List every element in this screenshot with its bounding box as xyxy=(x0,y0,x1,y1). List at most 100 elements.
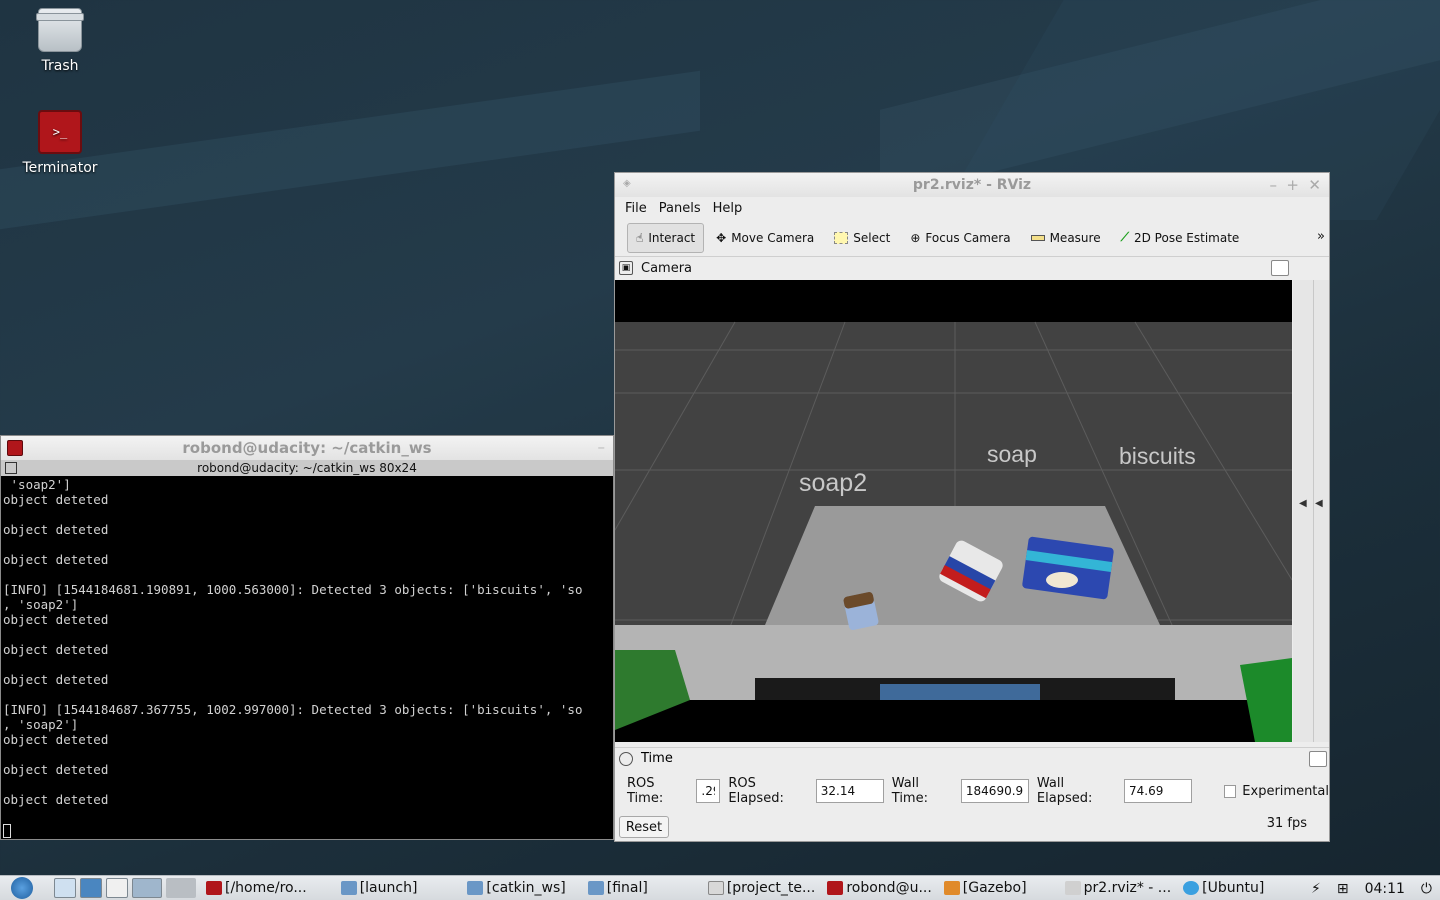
terminal-line: object deteted xyxy=(3,732,109,747)
time-fields: ROS Time: ROS Elapsed: Wall Time: Wall E… xyxy=(615,776,1329,806)
task-gazebo[interactable]: [Gazebo] xyxy=(938,876,1033,900)
side-dock-handle[interactable]: ◀ ◀ xyxy=(1293,280,1329,742)
tool-label: Select xyxy=(853,230,891,245)
time-panel-header: Time xyxy=(615,747,1329,769)
rviz-app-icon: ◈ xyxy=(623,178,631,189)
network-icon[interactable]: ⊞ xyxy=(1337,881,1349,897)
green-arrow-icon: ⟋ xyxy=(1120,230,1129,244)
tool-focus-camera[interactable]: ⊕ Focus Camera xyxy=(902,223,1018,253)
terminal-output[interactable]: 'soap2'] object deteted object deteted ob… xyxy=(1,476,613,838)
task-ubuntu[interactable]: [Ubuntu] xyxy=(1177,876,1270,900)
reset-button[interactable]: Reset xyxy=(619,816,669,838)
toolbar-overflow-icon[interactable]: » xyxy=(1317,229,1325,244)
browser-icon[interactable] xyxy=(80,878,102,898)
task-label: [project_te... xyxy=(726,880,816,896)
terminal-line: object deteted xyxy=(3,762,109,777)
task-label: [Ubuntu] xyxy=(1202,880,1265,896)
ros-time-field[interactable] xyxy=(696,779,721,803)
shutdown-icon[interactable]: ⏻ xyxy=(1421,881,1432,897)
task-home[interactable]: [/home/ro... xyxy=(200,876,313,900)
wall-elapsed-field[interactable] xyxy=(1124,779,1193,803)
tool-interact[interactable]: ☝ Interact xyxy=(627,222,705,253)
tool-label: Focus Camera xyxy=(925,230,1011,245)
ros-elapsed-field[interactable] xyxy=(815,779,884,803)
terminal-line: [INFO] [1544184681.190891, 1000.563000]:… xyxy=(3,582,583,597)
experimental-checkbox[interactable] xyxy=(1224,784,1237,798)
vertical-scrollbar[interactable] xyxy=(1313,280,1327,742)
window-title: pr2.rviz* - RViz xyxy=(912,177,1032,193)
terminal-subtitle: robond@udacity: ~/catkin_ws 80x24 xyxy=(197,461,417,475)
panel-float-button[interactable] xyxy=(1309,751,1327,767)
tool-select[interactable]: Select xyxy=(826,223,898,253)
minimize-icon[interactable]: – xyxy=(1270,176,1278,194)
wall-elapsed-label: Wall Elapsed: xyxy=(1036,776,1093,806)
minimize-icon[interactable]: – xyxy=(598,438,606,456)
clock-icon xyxy=(619,751,633,766)
start-menu-button[interactable] xyxy=(0,876,44,900)
document-icon xyxy=(707,881,724,895)
ruler-icon xyxy=(1030,234,1045,241)
panel-float-button[interactable] xyxy=(1271,260,1289,276)
collapse-left-icon[interactable]: ◀ xyxy=(1299,498,1307,509)
quick-launch xyxy=(54,878,200,898)
task-label: [/home/ro... xyxy=(225,880,307,896)
camera-viewport[interactable]: soap2 soap biscuits xyxy=(615,280,1292,742)
system-tray: ⚡ ⊞ 04:11 ⏻ xyxy=(1303,876,1440,900)
tool-label: Move Camera xyxy=(731,230,815,245)
close-icon[interactable]: ✕ xyxy=(1308,176,1321,194)
desktop-switch-icon[interactable] xyxy=(132,878,162,898)
terminal-launch-icon[interactable] xyxy=(106,878,128,898)
workspace-icon[interactable] xyxy=(166,878,196,898)
desktop-icon-label: Terminator xyxy=(22,160,98,176)
tool-move-camera[interactable]: ✥ Move Camera xyxy=(708,223,822,253)
terminal-line: object deteted xyxy=(3,642,109,657)
menu-file[interactable]: File xyxy=(619,201,653,216)
wall-time-field[interactable] xyxy=(960,779,1029,803)
task-final[interactable]: [final] xyxy=(582,876,654,900)
select-icon xyxy=(834,231,849,244)
gazebo-icon xyxy=(943,881,960,895)
terminal-line: object deteted xyxy=(3,552,109,567)
task-project[interactable]: [project_te... xyxy=(702,876,822,900)
terminal-line xyxy=(3,822,611,838)
grid-icon[interactable] xyxy=(5,462,17,474)
ros-elapsed-label: ROS Elapsed: xyxy=(728,776,784,806)
terminal-line: object deteted xyxy=(3,492,109,507)
task-catkin-ws[interactable]: [catkin_ws] xyxy=(461,876,571,900)
task-launch[interactable]: [launch] xyxy=(335,876,424,900)
menu-help[interactable]: Help xyxy=(707,201,749,216)
label-biscuits: biscuits xyxy=(1119,443,1196,469)
task-label: [final] xyxy=(606,880,648,896)
task-label: [Gazebo] xyxy=(962,880,1027,896)
tool-measure[interactable]: Measure xyxy=(1023,223,1109,253)
wall-time-label: Wall Time: xyxy=(891,776,928,806)
clock[interactable]: 04:11 xyxy=(1365,881,1405,897)
file-manager-icon[interactable] xyxy=(54,878,76,898)
taskbar: [/home/ro... [launch] [catkin_ws] [final… xyxy=(0,875,1440,900)
menu-panels[interactable]: Panels xyxy=(653,201,707,216)
terminal-line: , 'soap2'] xyxy=(3,597,79,612)
terminator-icon: >_ xyxy=(38,110,82,154)
terminal-titlebar[interactable]: robond@udacity: ~/catkin_ws – xyxy=(1,436,613,460)
task-robond-terminal[interactable]: robond@u... xyxy=(821,876,937,900)
desktop-icon-trash[interactable]: Trash xyxy=(10,8,110,74)
label-soap: soap xyxy=(987,441,1037,467)
desktop-icon-terminator[interactable]: >_ Terminator xyxy=(10,110,110,176)
trash-icon xyxy=(36,8,84,52)
terminal-window: robond@udacity: ~/catkin_ws – robond@uda… xyxy=(0,435,614,840)
task-rviz[interactable]: pr2.rviz* - ... xyxy=(1059,876,1178,900)
rviz-titlebar[interactable]: ◈ pr2.rviz* - RViz – + ✕ xyxy=(615,173,1329,197)
tool-2d-pose-estimate[interactable]: ⟋ 2D Pose Estimate xyxy=(1113,223,1248,253)
folder-icon xyxy=(340,881,357,895)
focus-icon: ⊕ xyxy=(910,230,921,245)
task-label: robond@u... xyxy=(846,880,932,896)
power-plug-icon[interactable]: ⚡ xyxy=(1311,881,1321,897)
rviz-window: ◈ pr2.rviz* - RViz – + ✕ File Panels Hel… xyxy=(614,172,1330,842)
maximize-icon[interactable]: + xyxy=(1286,176,1299,194)
